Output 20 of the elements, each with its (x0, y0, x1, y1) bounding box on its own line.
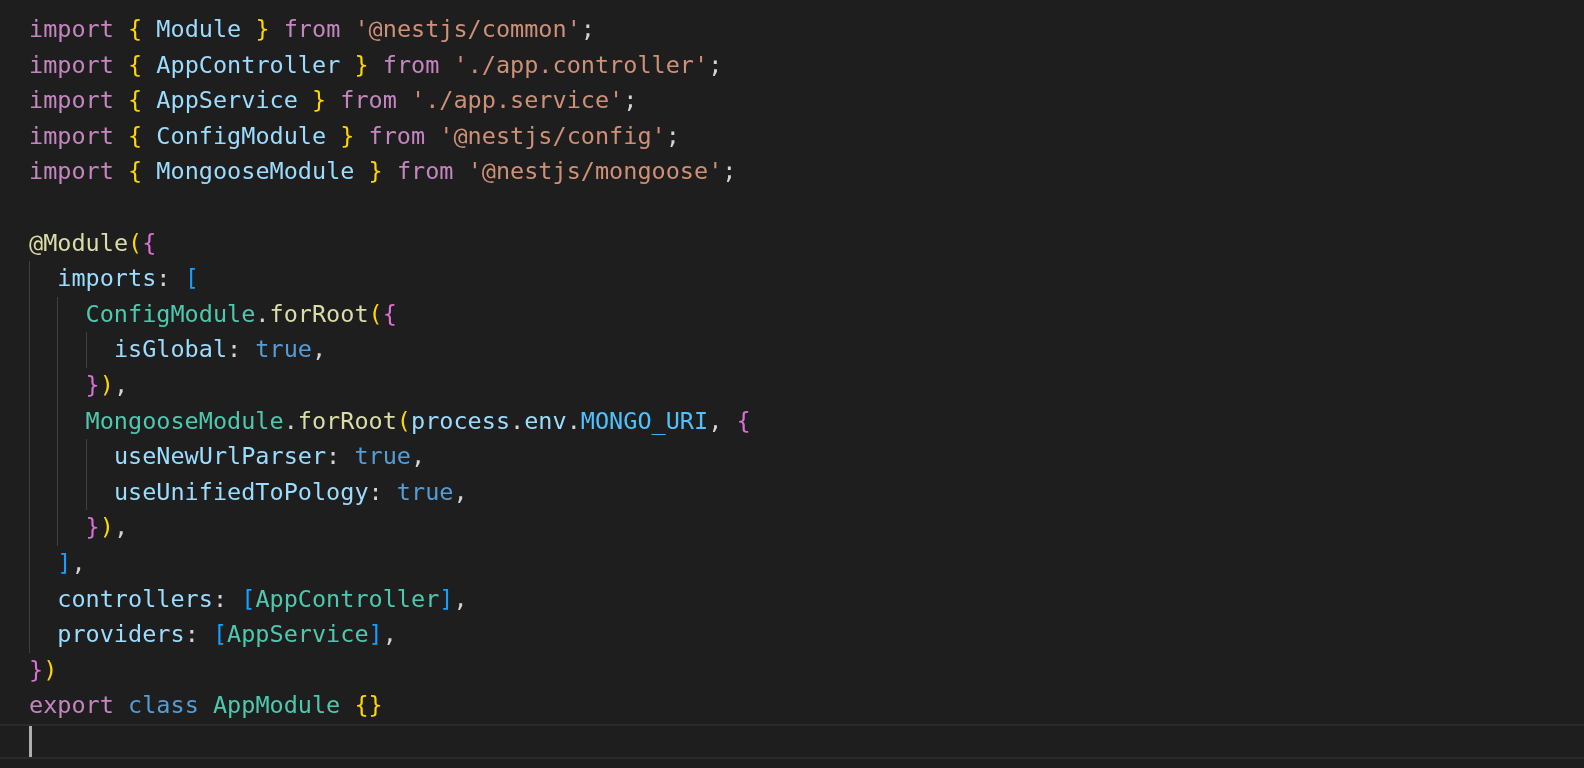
code-line: ], (57, 547, 86, 579)
code-line: providers: [AppService], (57, 619, 397, 651)
text-cursor (29, 725, 32, 758)
code-line: import { MongooseModule } from '@nestjs/mongoose'; (29, 156, 737, 188)
code-line: import { ConfigModule } from '@nestjs/config'; (29, 120, 680, 152)
code-line: controllers: [AppController], (57, 583, 468, 615)
code-line: useNewUrlParser: true, (113, 441, 426, 473)
code-line: imports: [ (57, 263, 199, 295)
code-line: }) (29, 654, 58, 686)
code-line: ConfigModule.forRoot({ (85, 298, 397, 330)
code-line: import { Module } from '@nestjs/common'; (29, 14, 595, 45)
code-line: useUnifiedToPology: true, (113, 476, 468, 508)
code-line: export class AppModule {} (29, 690, 383, 722)
code-line: @Module({ (29, 227, 157, 259)
code-line: MongooseModule.forRoot(process.env.MONGO_URI, { (85, 405, 751, 437)
code-line: isGlobal: true, (113, 334, 327, 366)
code-line: }), (85, 512, 129, 544)
code-line: import { AppController } from './app.controller'; (29, 49, 723, 81)
code-line: }), (85, 369, 129, 401)
code-line: import { AppService } from './app.service'; (29, 85, 638, 117)
